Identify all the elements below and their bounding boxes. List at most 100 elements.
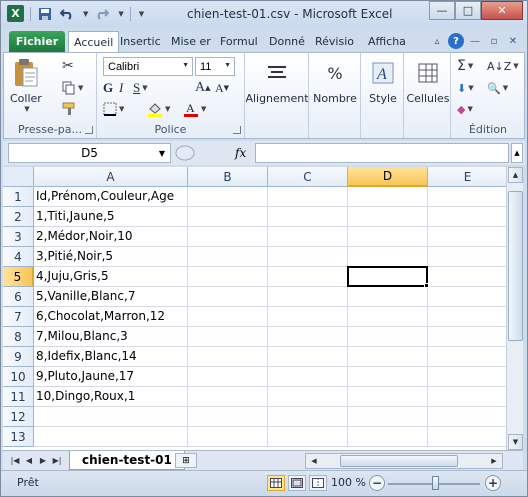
row-header-2[interactable]: 2 <box>3 207 34 227</box>
page-layout-view-icon[interactable] <box>288 475 306 491</box>
cell-c5[interactable] <box>268 267 348 287</box>
cells-button[interactable]: Cellules <box>405 57 451 105</box>
cell-a3[interactable]: 2,Médor,Noir,10 <box>34 227 188 247</box>
redo-icon[interactable] <box>94 6 110 22</box>
sheet-tab-active[interactable]: chien-test-01 <box>69 451 185 470</box>
cell-d1[interactable] <box>348 187 428 207</box>
cell-a10[interactable]: 9,Pluto,Jaune,17 <box>34 367 188 387</box>
shrink-font-button[interactable]: A ▼ <box>215 79 229 97</box>
zoom-out-icon[interactable]: − <box>369 475 385 491</box>
cell-d6[interactable] <box>348 287 428 307</box>
tab-home[interactable]: Accueil <box>68 31 120 52</box>
horizontal-scrollbar[interactable]: ◀ ▶ <box>305 453 503 469</box>
column-header-c[interactable]: C <box>268 167 348 187</box>
cell-b1[interactable] <box>188 187 268 207</box>
cell-a9[interactable]: 8,Idefix,Blanc,14 <box>34 347 188 367</box>
cell-b11[interactable] <box>188 387 268 407</box>
number-button[interactable]: % Nombre <box>311 57 359 106</box>
cell-c9[interactable] <box>268 347 348 367</box>
undo-dropdown-icon[interactable]: ▼ <box>83 10 88 18</box>
tab-review[interactable]: Révisio <box>310 31 359 52</box>
cell-b7[interactable] <box>188 307 268 327</box>
grow-font-button[interactable]: A ▲ <box>195 79 211 97</box>
cell-d3[interactable] <box>348 227 428 247</box>
cell-d7[interactable] <box>348 307 428 327</box>
column-header-d[interactable]: D <box>348 167 428 187</box>
cell-b13[interactable] <box>188 427 268 447</box>
vertical-scrollbar[interactable]: ▲ ▼ <box>506 167 523 450</box>
cell-a1[interactable]: Id,Prénom,Couleur,Age <box>34 187 188 207</box>
cell-e3[interactable] <box>428 227 506 247</box>
cell-a5[interactable]: 4,Juju,Gris,5 <box>34 267 188 287</box>
cut-button[interactable]: ✂ <box>62 57 74 75</box>
help-icon[interactable]: ? <box>448 33 464 49</box>
cell-c4[interactable] <box>268 247 348 267</box>
cell-d9[interactable] <box>348 347 428 367</box>
cell-b3[interactable] <box>188 227 268 247</box>
cell-d12[interactable] <box>348 407 428 427</box>
fill-button[interactable]: ⬇ ▼ <box>457 79 474 97</box>
underline-button[interactable]: S ▼ <box>133 79 148 97</box>
cell-b8[interactable] <box>188 327 268 347</box>
insert-sheet-icon[interactable]: ⊞ <box>175 453 197 468</box>
cell-a4[interactable]: 3,Pitié,Noir,5 <box>34 247 188 267</box>
row-header-13[interactable]: 13 <box>3 427 34 447</box>
horizontal-scroll-thumb[interactable] <box>340 455 458 467</box>
cell-a12[interactable] <box>34 407 188 427</box>
row-header-8[interactable]: 8 <box>3 327 34 347</box>
row-header-9[interactable]: 9 <box>3 347 34 367</box>
find-select-button[interactable]: 🔍 ▼ <box>487 79 508 97</box>
scroll-right-icon[interactable]: ▶ <box>487 455 501 467</box>
paste-dropdown-icon[interactable]: ▼ <box>24 105 29 113</box>
row-header-1[interactable]: 1 <box>3 187 34 207</box>
cell-b9[interactable] <box>188 347 268 367</box>
vertical-scroll-thumb[interactable] <box>508 191 523 341</box>
minimize-button[interactable]: — <box>429 1 455 20</box>
cell-a6[interactable]: 5,Vanille,Blanc,7 <box>34 287 188 307</box>
tab-formulas[interactable]: Formul <box>215 31 263 52</box>
cell-c2[interactable] <box>268 207 348 227</box>
column-header-a[interactable]: A <box>34 167 188 187</box>
autosum-button[interactable]: Σ ▼ <box>457 57 473 75</box>
insert-function-button[interactable]: fx <box>235 146 246 160</box>
prev-sheet-icon[interactable]: ◀ <box>23 453 35 468</box>
tab-page-layout[interactable]: Mise er <box>166 31 216 52</box>
cell-d11[interactable] <box>348 387 428 407</box>
column-header-b[interactable]: B <box>188 167 268 187</box>
font-launcher-icon[interactable] <box>233 126 241 134</box>
row-header-5[interactable]: 5 <box>3 267 34 287</box>
fill-color-button[interactable]: ▼ <box>147 100 170 118</box>
next-sheet-icon[interactable]: ▶ <box>37 453 49 468</box>
normal-view-icon[interactable] <box>267 475 285 491</box>
cell-c1[interactable] <box>268 187 348 207</box>
style-button[interactable]: A Style <box>363 57 403 105</box>
clipboard-launcher-icon[interactable] <box>85 126 93 134</box>
copy-dropdown-icon[interactable]: ▼ <box>78 84 83 92</box>
cell-b2[interactable] <box>188 207 268 227</box>
row-header-11[interactable]: 11 <box>3 387 34 407</box>
scroll-up-icon[interactable]: ▲ <box>508 167 523 183</box>
cell-c11[interactable] <box>268 387 348 407</box>
borders-button[interactable]: ▼ <box>103 100 124 118</box>
cell-e11[interactable] <box>428 387 506 407</box>
row-header-12[interactable]: 12 <box>3 407 34 427</box>
row-header-10[interactable]: 10 <box>3 367 34 387</box>
cell-b12[interactable] <box>188 407 268 427</box>
fill-handle[interactable] <box>424 283 429 288</box>
scroll-down-icon[interactable]: ▼ <box>508 434 523 450</box>
cell-e1[interactable] <box>428 187 506 207</box>
row-header-7[interactable]: 7 <box>3 307 34 327</box>
cell-e8[interactable] <box>428 327 506 347</box>
doc-restore-icon[interactable]: ▫ <box>486 33 502 49</box>
spreadsheet-grid[interactable]: A B C D E 1 Id,Prénom,Couleur,Age 2 1,Titi,Jaune… <box>3 167 506 450</box>
scroll-left-icon[interactable]: ◀ <box>307 455 321 467</box>
sort-filter-button[interactable]: A↓Z ▼ <box>487 57 519 75</box>
cell-d4[interactable] <box>348 247 428 267</box>
cell-b5[interactable] <box>188 267 268 287</box>
formula-splitter-icon[interactable] <box>175 145 195 161</box>
row-header-3[interactable]: 3 <box>3 227 34 247</box>
tab-insert[interactable]: Insertic <box>115 31 166 52</box>
undo-icon[interactable] <box>59 6 75 22</box>
name-box[interactable]: D5 ▼ <box>8 143 171 163</box>
zoom-level[interactable]: 100 % <box>331 476 366 489</box>
